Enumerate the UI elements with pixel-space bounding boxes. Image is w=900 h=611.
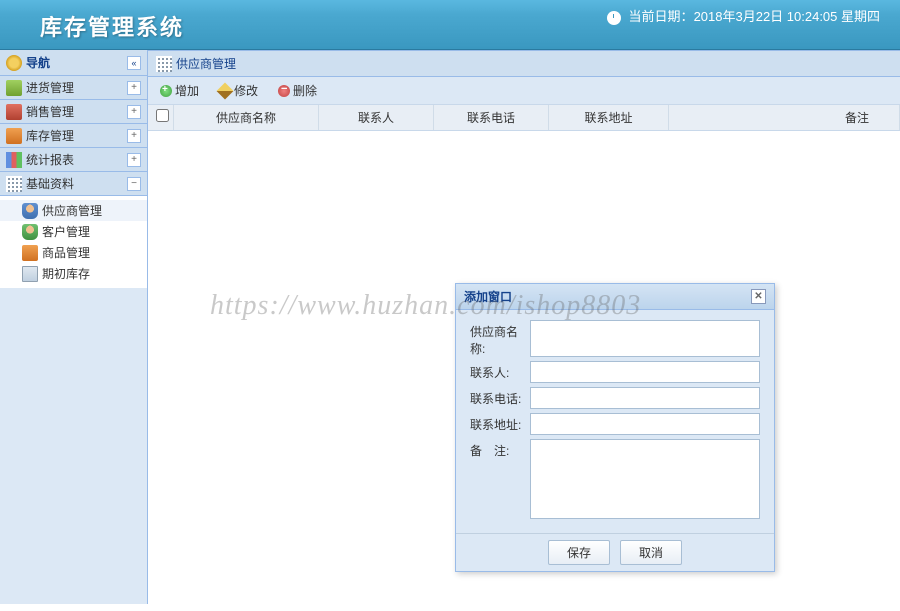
doc-icon (22, 266, 38, 282)
delete-button[interactable]: 删除 (274, 80, 321, 101)
column-contact[interactable]: 联系人 (319, 105, 434, 130)
label-remark: 备 注: (470, 439, 530, 519)
dialog-body: 供应商名称: 联系人: 联系电话: 联系地址: 备 注: (456, 310, 774, 533)
sidebar: 导航 « 进货管理 + 销售管理 + 库存管理 + 统计报表 + 基础资料 − … (0, 50, 148, 604)
input-supplier-name[interactable] (530, 320, 760, 357)
column-phone[interactable]: 联系电话 (434, 105, 549, 130)
select-all-checkbox[interactable] (156, 109, 169, 122)
sidebar-item-supplier[interactable]: 供应商管理 (0, 200, 147, 221)
tab-header: 供应商管理 (148, 51, 900, 77)
dialog-title: 添加窗口 (464, 288, 512, 305)
input-phone[interactable] (530, 387, 760, 409)
add-button[interactable]: 增加 (156, 80, 203, 101)
collapse-button[interactable]: − (127, 177, 141, 191)
expand-button[interactable]: + (127, 105, 141, 119)
toolbar: 增加 修改 删除 (148, 77, 900, 105)
delete-icon (278, 85, 290, 97)
dialog-footer: 保存 取消 (456, 533, 774, 571)
collapse-sidebar-button[interactable]: « (127, 56, 141, 70)
expand-button[interactable]: + (127, 81, 141, 95)
input-remark[interactable] (530, 439, 760, 519)
label-address: 联系地址: (470, 413, 530, 435)
compass-icon (6, 55, 22, 71)
grid-icon (156, 56, 172, 72)
folder-icon (6, 128, 22, 144)
tab-title: 供应商管理 (176, 55, 236, 72)
sidebar-subtree: 供应商管理 客户管理 商品管理 期初库存 (0, 196, 147, 288)
clock-icon (607, 11, 621, 25)
chart-icon (6, 152, 22, 168)
app-header: 库存管理系统 当前日期：2018年3月22日 10:24:05 星期四 (0, 0, 900, 50)
input-contact[interactable] (530, 361, 760, 383)
user-icon (22, 224, 38, 240)
sidebar-item-initial-stock[interactable]: 期初库存 (0, 263, 147, 284)
checkbox-column[interactable] (148, 105, 174, 130)
add-dialog: 添加窗口 ✕ 供应商名称: 联系人: 联系电话: 联系地址: 备 注: 保存 取… (455, 283, 775, 572)
date-label: 当前日期： (629, 9, 694, 24)
grid-icon (6, 176, 22, 192)
date-value: 2018年3月22日 10:24:05 星期四 (694, 9, 880, 24)
add-icon (160, 85, 172, 97)
grid-header: 供应商名称 联系人 联系电话 联系地址 备注 (148, 105, 900, 131)
user-icon (22, 203, 38, 219)
sidebar-group-sales[interactable]: 销售管理 + (0, 100, 147, 124)
cancel-button[interactable]: 取消 (620, 540, 682, 565)
column-address[interactable]: 联系地址 (549, 105, 669, 130)
nav-title: 导航 (6, 54, 50, 71)
label-supplier-name: 供应商名称: (470, 320, 530, 357)
sidebar-group-purchase[interactable]: 进货管理 + (0, 76, 147, 100)
sidebar-item-customer[interactable]: 客户管理 (0, 221, 147, 242)
edit-button[interactable]: 修改 (215, 80, 262, 101)
sidebar-group-basedata[interactable]: 基础资料 − (0, 172, 147, 196)
column-name[interactable]: 供应商名称 (174, 105, 319, 130)
label-contact: 联系人: (470, 361, 530, 383)
expand-button[interactable]: + (127, 129, 141, 143)
label-phone: 联系电话: (470, 387, 530, 409)
expand-button[interactable]: + (127, 153, 141, 167)
save-button[interactable]: 保存 (548, 540, 610, 565)
nav-header: 导航 « (0, 50, 147, 76)
sidebar-group-reports[interactable]: 统计报表 + (0, 148, 147, 172)
folder-icon (6, 104, 22, 120)
goods-icon (22, 245, 38, 261)
close-button[interactable]: ✕ (751, 289, 766, 304)
sidebar-group-inventory[interactable]: 库存管理 + (0, 124, 147, 148)
dialog-header[interactable]: 添加窗口 ✕ (456, 284, 774, 310)
column-remark[interactable]: 备注 (669, 105, 900, 130)
sidebar-item-goods[interactable]: 商品管理 (0, 242, 147, 263)
edit-icon (217, 82, 234, 99)
folder-icon (6, 80, 22, 96)
input-address[interactable] (530, 413, 760, 435)
current-date: 当前日期：2018年3月22日 10:24:05 星期四 (607, 6, 880, 25)
